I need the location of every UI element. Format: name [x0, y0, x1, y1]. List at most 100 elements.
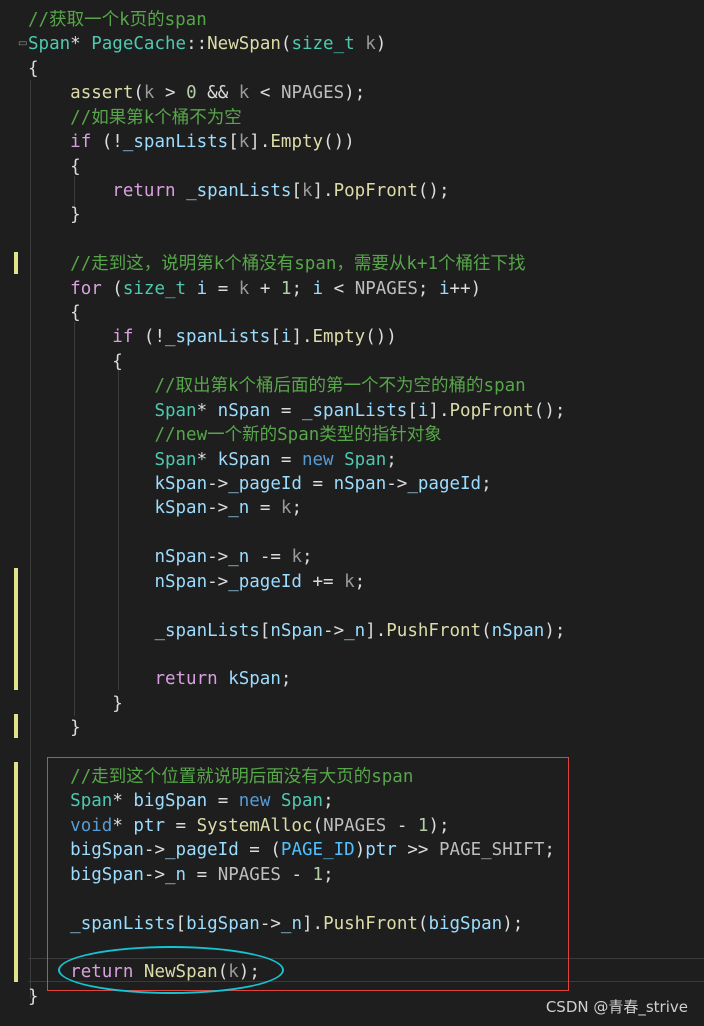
code-line[interactable]: kSpan->_n = k; [28, 496, 302, 520]
code-line[interactable]: { [28, 301, 81, 325]
code-line[interactable]: nSpan->_n -= k; [28, 545, 312, 569]
code-line[interactable]: //如果第k个桶不为空 [28, 106, 242, 130]
code-line[interactable]: kSpan->_pageId = nSpan->_pageId; [28, 472, 491, 496]
code-token: [ [228, 132, 239, 153]
code-token: return [154, 669, 218, 690]
code-line[interactable]: { [28, 155, 81, 179]
code-token: ; [386, 449, 397, 470]
code-token: return [70, 962, 134, 983]
code-token: ( [101, 278, 123, 299]
code-token: _n [228, 498, 250, 519]
code-line[interactable]: { [28, 350, 123, 374]
code-token: k [143, 83, 155, 104]
code-line[interactable]: } [28, 716, 81, 740]
code-token: Span [70, 791, 113, 812]
code-token: kSpan [154, 498, 208, 519]
code-line[interactable]: if (!_spanLists[i].Empty()) [28, 325, 397, 349]
code-token: - [280, 864, 313, 885]
code-token: -> [323, 620, 345, 641]
code-token: nSpan [154, 547, 208, 568]
code-line[interactable]: return kSpan; [28, 667, 291, 691]
code-line[interactable]: bigSpan->_pageId = (PAGE_ID)ptr >> PAGE_… [28, 838, 555, 862]
code-token: ); [238, 962, 260, 983]
code-line[interactable]: Span* kSpan = new Span; [28, 448, 397, 472]
code-token: -> [143, 864, 165, 885]
collapse-icon[interactable]: ▭ [18, 39, 27, 49]
code-token: size_t [291, 34, 355, 55]
code-token: * [112, 791, 134, 812]
code-token: >> [396, 840, 439, 861]
code-line[interactable]: //走到这，说明第k个桶没有span，需要从k+1个桶往下找 [28, 252, 525, 276]
code-line[interactable]: nSpan->_pageId += k; [28, 570, 365, 594]
code-token: (! [91, 132, 123, 153]
code-token: ; [291, 278, 313, 299]
code-line[interactable]: } [28, 692, 123, 716]
code-token: PushFront [386, 620, 482, 641]
change-marker [14, 568, 18, 690]
code-line[interactable]: assert(k > 0 && k < NPAGES); [28, 81, 365, 105]
code-token: > [154, 83, 187, 104]
code-line[interactable]: return _spanLists[k].PopFront(); [28, 179, 449, 203]
code-token: Span [28, 34, 71, 55]
code-line[interactable]: //走到这个位置就说明后面没有大页的span [28, 765, 413, 789]
code-line[interactable]: return NewSpan(k); [28, 960, 260, 984]
code-token: NPAGES [323, 815, 387, 836]
code-token: (! [133, 327, 165, 348]
code-token: NPAGES [354, 278, 418, 299]
code-comment: //获取一个k页的span [28, 10, 207, 30]
code-line[interactable]: Span* bigSpan = new Span; [28, 789, 334, 813]
code-line[interactable]: //获取一个k页的span [28, 8, 207, 32]
code-token: _pageId [165, 840, 239, 861]
code-token: i [439, 278, 450, 299]
code-line[interactable]: } [28, 985, 39, 1009]
code-token: bigSpan [70, 864, 144, 885]
code-token: bigSpan [428, 913, 503, 934]
code-line[interactable]: } [28, 203, 81, 227]
code-token: _n [280, 913, 302, 934]
code-line[interactable]: if (!_spanLists[k].Empty()) [28, 130, 355, 154]
code-line[interactable]: //取出第k个桶后面的第一个不为空的桶的span [28, 374, 525, 398]
code-editor[interactable]: ▭ //获取一个k页的span Span* PageCache::NewSpan(… [0, 0, 704, 1026]
code-token: -= [249, 547, 292, 568]
code-token: && [196, 83, 239, 104]
code-comment: //如果第k个桶不为空 [70, 107, 242, 128]
code-token: ); [544, 620, 566, 641]
code-token: Empty [270, 132, 324, 153]
code-line[interactable]: bigSpan->_n = NPAGES - 1; [28, 863, 333, 887]
code-line[interactable]: //new一个新的Span类型的指针对象 [28, 423, 441, 447]
code-line[interactable]: _spanLists[bigSpan->_n].PushFront(bigSpa… [28, 912, 523, 936]
code-token: nSpan [491, 620, 545, 641]
code-token: _n [344, 620, 366, 641]
code-token: nSpan [154, 571, 208, 592]
code-token: - [386, 815, 418, 836]
code-token: PushFront [323, 913, 418, 934]
code-token: -> [207, 547, 229, 568]
code-token: ); [344, 83, 366, 104]
code-token: ) [375, 34, 387, 55]
code-line[interactable]: Span* PageCache::NewSpan(size_t k) [28, 32, 386, 56]
code-token: * [70, 34, 92, 55]
code-line[interactable]: _spanLists[nSpan->_n].PushFront(nSpan); [28, 619, 565, 643]
code-token: ()) [365, 327, 397, 348]
code-token: ; [323, 791, 334, 812]
code-token: SystemAlloc [196, 815, 313, 836]
code-line[interactable]: Span* nSpan = _spanLists[i].PopFront(); [28, 399, 565, 423]
code-token: _pageId [228, 473, 302, 494]
code-token: -> [207, 571, 229, 592]
code-token: ); [428, 815, 450, 836]
code-line[interactable]: void* ptr = SystemAlloc(NPAGES - 1); [28, 814, 450, 838]
code-token: :: [186, 34, 208, 55]
code-token: ; [291, 498, 302, 519]
code-line[interactable]: { [28, 57, 39, 81]
code-line[interactable]: for (size_t i = k + 1; i < NPAGES; i++) [28, 277, 481, 301]
code-token: i [196, 278, 208, 299]
code-token: bigSpan [133, 791, 208, 812]
